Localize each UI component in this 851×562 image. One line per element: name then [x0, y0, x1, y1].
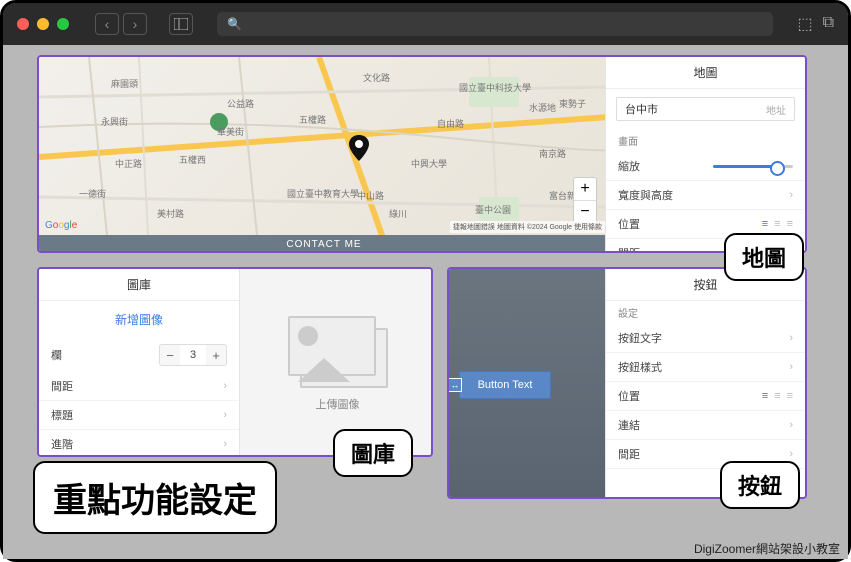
align-right-icon[interactable]: ≡: [787, 390, 793, 402]
tag-gallery: 圖庫: [333, 429, 413, 477]
align-left-icon[interactable]: ≡: [762, 390, 768, 402]
window-traffic-lights: [17, 18, 69, 30]
maximize-window-icon[interactable]: [57, 18, 69, 30]
setting-zoom[interactable]: 縮放: [606, 152, 805, 181]
stepper-minus-button[interactable]: −: [160, 345, 180, 365]
align-center-icon[interactable]: ≡: [774, 218, 780, 230]
upload-label: 上傳圖像: [316, 396, 360, 412]
map-card: 麻園頭 公益路 華美街 文化路 國立臺中教育大學 中興大學 國立臺中科技大學 五…: [37, 55, 807, 253]
columns-stepper: − 3 +: [159, 344, 227, 366]
search-input[interactable]: 🔍: [217, 12, 773, 36]
map-road-label: 東勢子: [559, 97, 586, 110]
chevron-right-icon: ›: [223, 380, 227, 392]
map-road-label: 中山路: [357, 189, 384, 202]
tag-button: 按鈕: [720, 461, 800, 509]
share-icon[interactable]: ⬚: [797, 14, 812, 34]
nav-back-button[interactable]: ‹: [95, 13, 119, 35]
image-placeholder-icon: [288, 316, 388, 386]
close-window-icon[interactable]: [17, 18, 29, 30]
setting-spacing[interactable]: 間距 ›: [39, 372, 239, 401]
map-road-label: 自由路: [437, 117, 464, 130]
button-preview-area: ↔ Button Text: [449, 269, 609, 499]
setting-size[interactable]: 寬度與高度 ›: [606, 181, 805, 210]
chevron-right-icon: ›: [789, 361, 793, 373]
map-zoom-out-button[interactable]: −: [574, 201, 596, 223]
setting-position[interactable]: 位置 ≡ ≡ ≡: [606, 382, 805, 411]
align-icons[interactable]: ≡ ≡ ≡: [762, 218, 793, 230]
columns-label: 欄: [51, 347, 62, 363]
setting-advanced[interactable]: 進階 ›: [39, 430, 239, 457]
gallery-settings-panel: 圖庫 新增圖像 欄 − 3 + 間距 › 標題 ›: [39, 269, 239, 457]
setting-title[interactable]: 標題 ›: [39, 401, 239, 430]
map-road-label: 國立臺中科技大學: [459, 81, 531, 94]
panel-title: 圖庫: [39, 269, 239, 301]
columns-setting: 欄 − 3 +: [39, 338, 239, 372]
panel-title: 地圖: [606, 57, 805, 89]
align-left-icon[interactable]: ≡: [762, 218, 768, 230]
map-preview[interactable]: 麻園頭 公益路 華美街 文化路 國立臺中教育大學 中興大學 國立臺中科技大學 五…: [39, 57, 609, 253]
map-road-label: 美村路: [157, 207, 184, 220]
map-road-label: 南京路: [539, 147, 566, 160]
map-road-label: 五權西: [179, 153, 206, 166]
search-icon: 🔍: [227, 17, 242, 31]
map-road-label: 臺中公園: [475, 203, 511, 216]
section-label: 設定: [606, 301, 805, 324]
align-right-icon[interactable]: ≡: [787, 218, 793, 230]
map-zoom-controls: + −: [573, 177, 597, 224]
setting-button-text[interactable]: 按鈕文字 ›: [606, 324, 805, 353]
contact-label: CONTACT ME: [39, 235, 609, 253]
map-road-label: 水源地: [529, 101, 556, 114]
map-road-label: 公益路: [227, 97, 254, 110]
map-pin-icon: [349, 135, 369, 168]
map-road-label: 一德街: [79, 187, 106, 200]
section-label: 畫面: [606, 129, 805, 152]
chevron-right-icon: ›: [223, 438, 227, 450]
align-center-icon[interactable]: ≡: [774, 390, 780, 402]
map-road-label: 中興大學: [411, 157, 447, 170]
tabs-icon[interactable]: ⧉: [823, 14, 834, 34]
map-road-label: 國立臺中教育大學: [287, 187, 359, 200]
stepper-value: 3: [180, 349, 206, 361]
map-road-label: 文化路: [363, 71, 390, 84]
chevron-right-icon: ›: [789, 419, 793, 431]
map-road-label: 五權路: [299, 113, 326, 126]
chevron-right-icon: ›: [789, 448, 793, 460]
align-icons[interactable]: ≡ ≡ ≡: [762, 390, 793, 402]
nav-forward-button[interactable]: ›: [123, 13, 147, 35]
footer-credit: DigiZoomer網站架設小教室: [694, 540, 840, 557]
map-settings-panel: 地圖 台中市 地址 畫面 縮放 寬度與高度 › 位置 ≡: [605, 57, 805, 253]
map-road-label: 麻園頭: [111, 77, 138, 90]
tag-main-title: 重點功能設定: [33, 461, 277, 534]
minimize-window-icon[interactable]: [37, 18, 49, 30]
map-road-label: 綠川: [389, 207, 407, 220]
location-placeholder: 地址: [766, 102, 786, 117]
drag-handle-icon[interactable]: ↔: [448, 378, 462, 392]
button-preview[interactable]: ↔ Button Text: [459, 371, 551, 399]
map-zoom-in-button[interactable]: +: [574, 178, 596, 201]
zoom-slider[interactable]: [713, 165, 793, 168]
map-road-label: 永興街: [101, 115, 128, 128]
location-value: 台中市: [625, 101, 658, 117]
sidebar-toggle-icon[interactable]: [169, 13, 193, 35]
add-image-button[interactable]: 新增圖像: [39, 301, 239, 338]
stepper-plus-button[interactable]: +: [206, 345, 226, 365]
titlebar: ‹ › 🔍 ⬚ ⧉: [3, 3, 848, 45]
setting-link[interactable]: 連結 ›: [606, 411, 805, 440]
chevron-right-icon: ›: [223, 409, 227, 421]
google-logo: Google: [45, 220, 77, 231]
chevron-right-icon: ›: [789, 332, 793, 344]
map-attribution: 捷報地圖錯誤 地圖資料 ©2024 Google 使用條款: [450, 221, 605, 233]
setting-button-style[interactable]: 按鈕樣式 ›: [606, 353, 805, 382]
chevron-right-icon: ›: [789, 189, 793, 201]
tag-map: 地圖: [724, 233, 804, 281]
map-road-label: 華美街: [217, 125, 244, 138]
map-road-label: 中正路: [115, 157, 142, 170]
map-location-input[interactable]: 台中市 地址: [616, 97, 795, 121]
